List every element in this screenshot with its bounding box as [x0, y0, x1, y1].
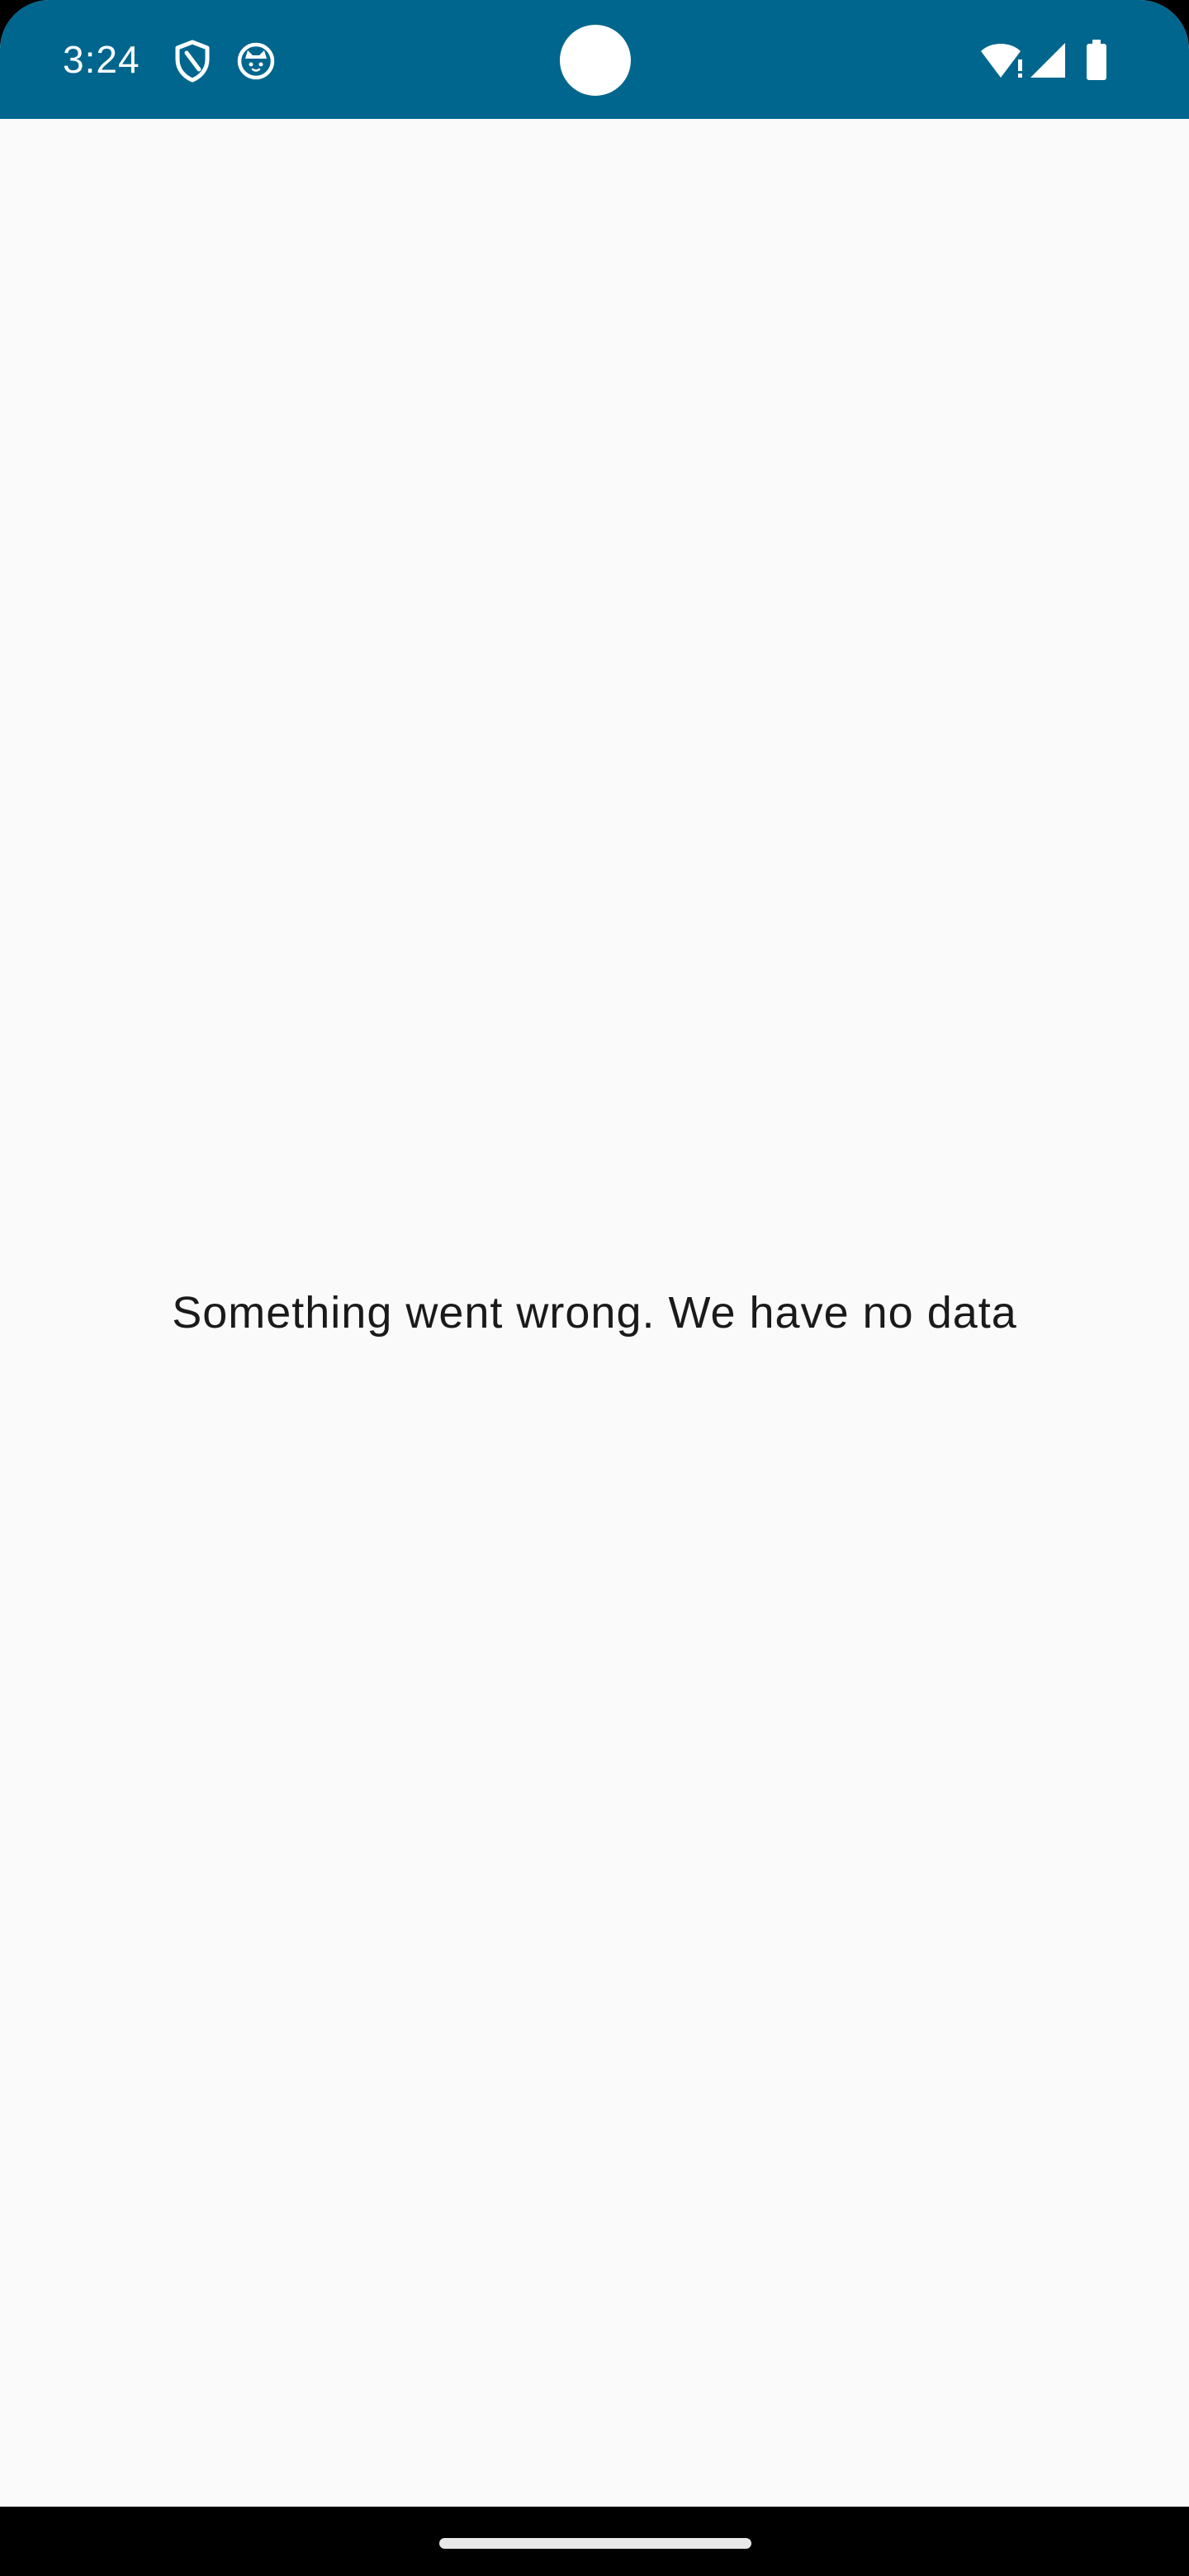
home-gesture-handle[interactable]	[439, 2538, 751, 2549]
shield-icon	[175, 40, 210, 83]
status-time: 3:24	[63, 38, 140, 81]
cat-face-icon	[237, 42, 275, 80]
error-message: Something went wrong. We have no data	[172, 1288, 1017, 1338]
front-camera-cutout	[560, 25, 631, 96]
app-screen: 3:24 Something went wrong. We have no da…	[0, 0, 1189, 2576]
signal-icon	[1030, 43, 1065, 78]
status-bar: 3:24	[0, 0, 1189, 119]
main-content: Something went wrong. We have no data	[0, 119, 1189, 2507]
battery-icon	[1087, 40, 1106, 80]
navigation-bar	[0, 2507, 1189, 2576]
wifi-alert-icon	[981, 44, 1022, 78]
